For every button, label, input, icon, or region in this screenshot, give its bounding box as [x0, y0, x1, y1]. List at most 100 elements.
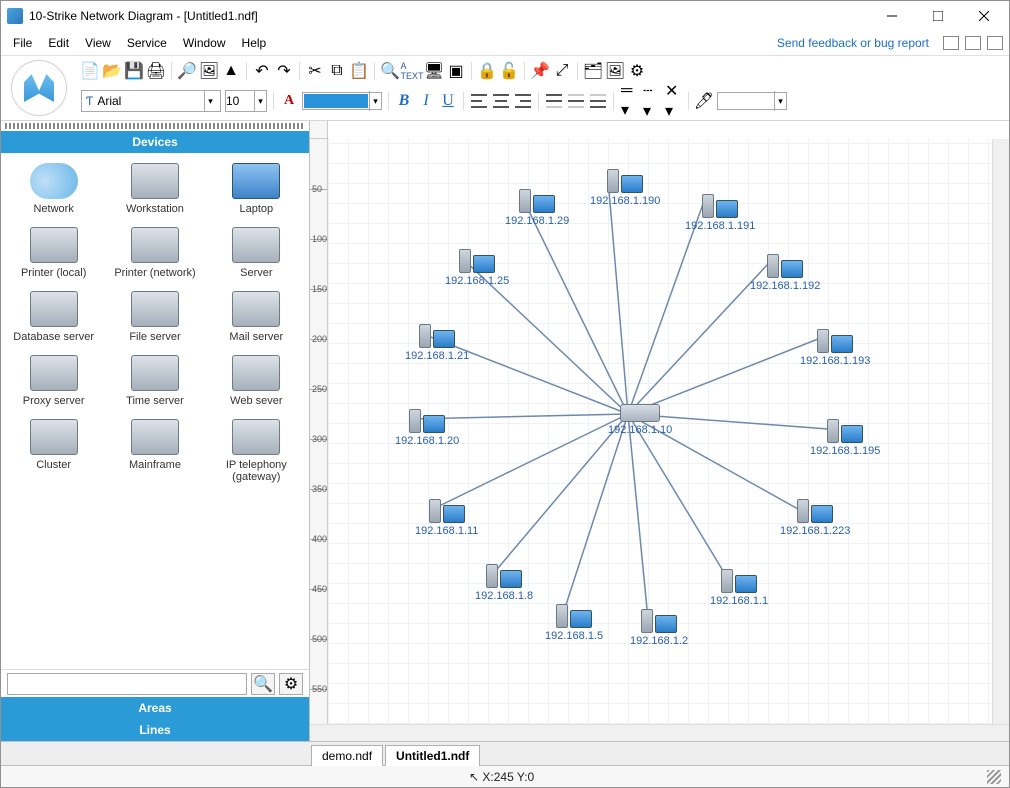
grip-handle[interactable] — [5, 123, 305, 129]
font-family-select[interactable]: Ƭ Arial ▾ — [81, 90, 221, 112]
menu-window[interactable]: Window — [177, 34, 232, 52]
unlock-icon[interactable]: 🔓 — [500, 62, 518, 80]
device-palette-item[interactable]: Mail server — [206, 287, 307, 347]
close-button[interactable] — [961, 1, 1007, 31]
document-tab[interactable]: Untitled1.ndf — [385, 745, 480, 766]
undo-icon[interactable]: ↶ — [253, 62, 271, 80]
network-host-node[interactable]: 192.168.1.190 — [590, 165, 660, 207]
network-link[interactable] — [628, 414, 648, 619]
align-right-icon[interactable] — [514, 92, 532, 110]
lock-icon[interactable]: 🔒 — [478, 62, 496, 80]
line-color-button[interactable]: 🖊 — [695, 92, 713, 110]
fill-color-select[interactable]: ▾ — [302, 92, 382, 110]
add-device-icon[interactable]: 🖥 — [425, 62, 443, 80]
mdi-restore-icon[interactable] — [965, 36, 981, 50]
device-palette-item[interactable]: Web sever — [206, 351, 307, 411]
save-file-icon[interactable]: 💾 — [125, 62, 143, 80]
redo-icon[interactable]: ↷ — [275, 62, 293, 80]
bold-button[interactable]: B — [395, 92, 413, 110]
cut-icon[interactable]: ✂ — [306, 62, 324, 80]
copy-icon[interactable]: ⧉ — [328, 62, 346, 80]
minimize-button[interactable] — [869, 1, 915, 31]
export-icon[interactable]: 🗂 — [584, 62, 602, 80]
brand-logo[interactable] — [11, 60, 67, 116]
device-palette-item[interactable]: Cluster — [3, 415, 104, 487]
device-palette-item[interactable]: Laptop — [206, 159, 307, 219]
horizontal-scrollbar[interactable] — [328, 724, 992, 741]
resize-grip-icon[interactable] — [987, 770, 1001, 784]
network-host-node[interactable]: 192.168.1.2 — [630, 605, 688, 647]
line-color-select[interactable]: ▾ — [717, 92, 787, 110]
text-tool-icon[interactable]: ATEXT — [403, 62, 421, 80]
find-icon[interactable]: 🔍 — [381, 62, 399, 80]
device-palette-item[interactable]: Workstation — [104, 159, 205, 219]
menu-view[interactable]: View — [79, 34, 117, 52]
network-host-node[interactable]: 192.168.1.1 — [710, 565, 768, 607]
paste-icon[interactable]: 📋 — [350, 62, 368, 80]
document-tab[interactable]: demo.ndf — [311, 745, 383, 766]
network-host-node[interactable]: 192.168.1.20 — [395, 405, 459, 447]
device-search-input[interactable] — [7, 673, 247, 695]
network-host-node[interactable]: 192.168.1.29 — [505, 185, 569, 227]
areas-panel-header[interactable]: Areas — [1, 697, 309, 719]
new-file-icon[interactable]: 📄 — [81, 62, 99, 80]
device-palette-item[interactable]: Database server — [3, 287, 104, 347]
align-left-icon[interactable] — [470, 92, 488, 110]
device-palette-item[interactable]: File server — [104, 287, 205, 347]
font-size-select[interactable]: 10 ▾ — [225, 90, 267, 112]
print-icon[interactable]: 🖨 — [147, 62, 165, 80]
device-palette-item[interactable]: Mainframe — [104, 415, 205, 487]
filter-settings-button[interactable]: ⚙ — [279, 673, 303, 695]
lines-panel-header[interactable]: Lines — [1, 719, 309, 741]
line-style-select[interactable]: ═ ▾ — [620, 92, 638, 110]
device-palette-item[interactable]: IP telephony (gateway) — [206, 415, 307, 487]
search-button[interactable]: 🔍 — [251, 673, 275, 695]
group-icon[interactable]: ▣ — [447, 62, 465, 80]
device-palette-item[interactable]: Proxy server — [3, 351, 104, 411]
image-icon[interactable]: 🖼 — [200, 62, 218, 80]
mdi-close-icon[interactable] — [987, 36, 1003, 50]
device-palette-item[interactable]: Server — [206, 223, 307, 283]
settings-icon[interactable]: ⚙ — [628, 62, 646, 80]
scan-network-icon[interactable]: 🔎 — [178, 62, 196, 80]
network-host-node[interactable]: 192.168.1.25 — [445, 245, 509, 287]
network-host-node[interactable]: 192.168.1.223 — [780, 495, 850, 537]
device-palette-item[interactable]: Time server — [104, 351, 205, 411]
vertical-scrollbar[interactable] — [992, 139, 1009, 724]
menu-help[interactable]: Help — [236, 34, 273, 52]
feedback-link[interactable]: Send feedback or bug report — [777, 36, 929, 50]
device-palette-item[interactable]: Network — [3, 159, 104, 219]
underline-button[interactable]: U — [439, 92, 457, 110]
network-host-node[interactable]: 192.168.1.21 — [405, 320, 469, 362]
network-link[interactable] — [628, 339, 818, 414]
network-link[interactable] — [628, 414, 728, 579]
network-host-node[interactable]: 192.168.1.5 — [545, 600, 603, 642]
pin-icon[interactable]: 📌 — [531, 62, 549, 80]
device-palette[interactable]: NetworkWorkstationLaptopPrinter (local)P… — [1, 153, 309, 669]
devices-panel-header[interactable]: Devices — [1, 131, 309, 153]
menu-file[interactable]: File — [7, 34, 38, 52]
pattern-select[interactable]: ✕ ▾ — [664, 92, 682, 110]
text-bottom-icon[interactable] — [589, 92, 607, 110]
network-link[interactable] — [493, 414, 628, 574]
device-palette-item[interactable]: Printer (local) — [3, 223, 104, 283]
text-middle-icon[interactable] — [567, 92, 585, 110]
network-link[interactable] — [628, 204, 703, 414]
zoom-fit-icon[interactable]: ⤢ — [553, 62, 571, 80]
network-link[interactable] — [628, 264, 768, 414]
italic-button[interactable]: I — [417, 92, 435, 110]
network-host-node[interactable]: 192.168.1.193 — [800, 325, 870, 367]
open-file-icon[interactable]: 📂 — [103, 62, 121, 80]
network-host-node[interactable]: 192.168.1.8 — [475, 560, 533, 602]
network-host-node[interactable]: 192.168.1.11 — [415, 495, 478, 537]
network-host-node[interactable]: 192.168.1.195 — [810, 415, 880, 457]
diagram-canvas[interactable]: 192.168.1.10192.168.1.190192.168.1.29192… — [328, 139, 992, 724]
network-link[interactable] — [563, 414, 628, 614]
mdi-minimize-icon[interactable] — [943, 36, 959, 50]
menu-edit[interactable]: Edit — [42, 34, 75, 52]
menu-service[interactable]: Service — [121, 34, 173, 52]
device-palette-item[interactable]: Printer (network) — [104, 223, 205, 283]
network-host-node[interactable]: 192.168.1.192 — [750, 250, 820, 292]
font-color-button[interactable]: A — [280, 93, 298, 109]
maximize-button[interactable] — [915, 1, 961, 31]
